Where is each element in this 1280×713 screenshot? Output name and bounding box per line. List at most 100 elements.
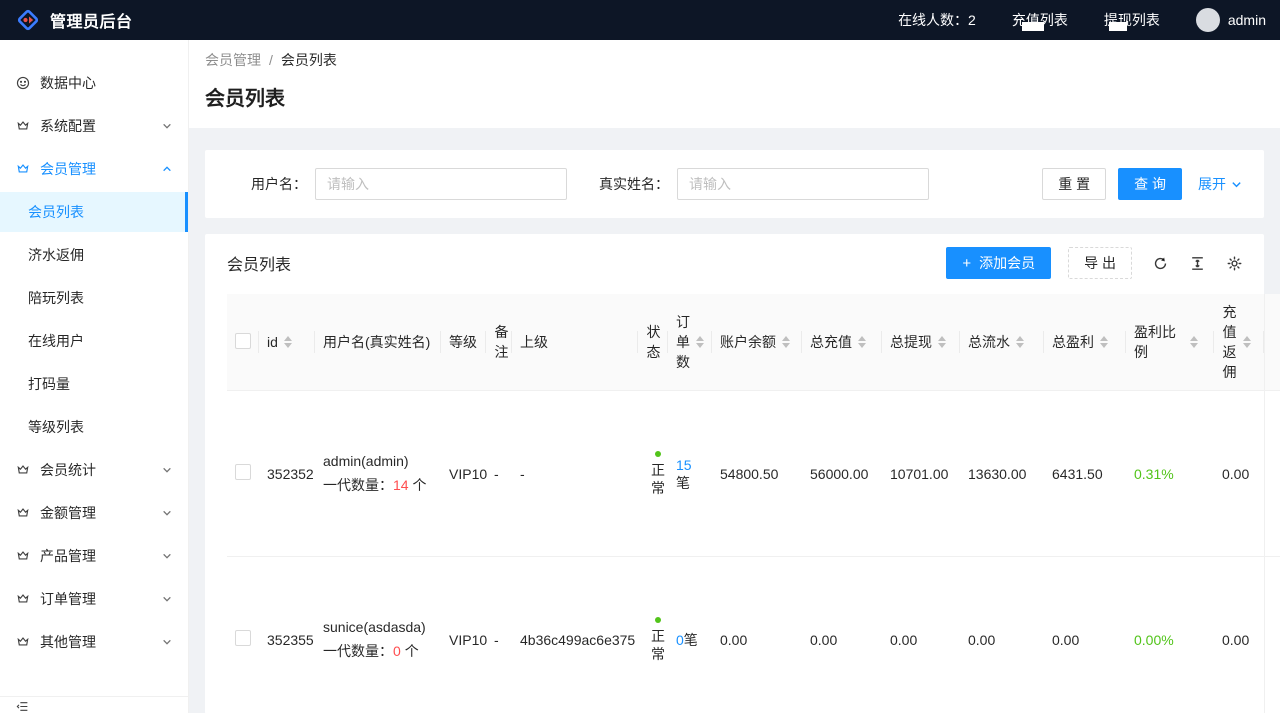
header-profit-ratio[interactable]: 盈利比例: [1126, 294, 1214, 391]
breadcrumb: 会员管理 / 会员列表: [205, 50, 1264, 70]
sort-carets-icon[interactable]: [782, 336, 790, 348]
sort-carets-icon[interactable]: [284, 336, 292, 348]
sidebar-item-member-manage[interactable]: 会员管理: [0, 149, 188, 189]
chevron-up-icon: [162, 164, 172, 174]
sidebar-item-flow-rebate[interactable]: 济水返佣: [0, 235, 188, 275]
header-remark: 备注: [486, 294, 512, 391]
sidebar-item-amount-manage[interactable]: 金额管理: [0, 493, 188, 533]
cell-balance: 54800.50: [712, 391, 802, 557]
user-menu[interactable]: admin: [1196, 8, 1266, 32]
sidebar-item-system-config[interactable]: 系统配置: [0, 106, 188, 146]
header-id[interactable]: id: [259, 294, 315, 391]
search-button[interactable]: 查 询: [1118, 168, 1182, 200]
balance-value: 0.00: [720, 632, 747, 648]
cell-id: 352352: [259, 391, 315, 557]
header-total-flow[interactable]: 总流水: [960, 294, 1044, 391]
cell-profit-ratio: 0.31%: [1126, 391, 1214, 557]
table-header: id 用户名(真实姓名) 等级 备注 上级 状态 订单数 账户余额 总充值 总提…: [227, 294, 1280, 391]
sidebar-item-product-manage[interactable]: 产品管理: [0, 536, 188, 576]
total-withdraw-value: 0.00: [890, 632, 917, 648]
total-profit-value: 0.00: [1052, 632, 1079, 648]
sidebar-item-coding-volume[interactable]: 打码量: [0, 364, 188, 404]
page-title: 会员列表: [205, 82, 1264, 111]
cell-total-profit: 0.00: [1044, 557, 1126, 713]
add-member-label: 添加会员: [979, 253, 1035, 273]
export-button[interactable]: 导 出: [1068, 247, 1132, 279]
reset-button[interactable]: 重 置: [1042, 168, 1106, 200]
generation-count: 一代数量：0 个: [323, 641, 433, 661]
generation-count-value: 14: [393, 477, 409, 493]
header-balance[interactable]: 账户余额: [712, 294, 802, 391]
crown-icon: [16, 119, 30, 133]
username-value: sunice(asdasda): [323, 619, 433, 635]
row-checkbox[interactable]: [235, 464, 251, 480]
header-level: 等级: [441, 294, 486, 391]
sidebar-item-data-center[interactable]: 数据中心: [0, 63, 188, 103]
orders-count-link[interactable]: 0: [676, 632, 684, 648]
total-recharge-value: 0.00: [810, 632, 837, 648]
filter-actions: 重 置 查 询 展开: [1042, 168, 1242, 200]
orders-unit: 笔: [684, 632, 698, 648]
orders-count-link[interactable]: 15: [676, 457, 692, 473]
header-total-profit-label: 总盈利: [1052, 332, 1094, 352]
sort-carets-icon[interactable]: [1100, 336, 1108, 348]
select-all-checkbox[interactable]: [235, 333, 251, 349]
cell-remark: -: [486, 391, 512, 557]
sort-carets-icon[interactable]: [1190, 336, 1198, 348]
header-orders[interactable]: 订单数: [668, 294, 712, 391]
username-input[interactable]: [315, 168, 567, 200]
parent-value: 4b36c499ac6e375: [520, 632, 635, 648]
app-logo[interactable]: 管理员后台: [16, 8, 133, 32]
sort-carets-icon[interactable]: [858, 336, 866, 348]
breadcrumb-parent[interactable]: 会员管理: [205, 50, 261, 70]
add-member-button[interactable]: + 添加会员: [946, 247, 1051, 279]
cell-total-flow: 13630.00: [960, 391, 1044, 557]
sidebar-item-label: 会员列表: [28, 202, 84, 222]
table-row: 352352 admin(admin) 一代数量：14 个 VIP10 - - …: [227, 391, 1280, 557]
topnav-withdraw-list[interactable]: 提现列表: [1104, 10, 1160, 30]
crown-icon: [16, 506, 30, 520]
sidebar-item-label: 在线用户: [28, 331, 84, 351]
username-value: admin(admin): [323, 453, 433, 469]
sidebar-item-online-users[interactable]: 在线用户: [0, 321, 188, 361]
header-total-withdraw[interactable]: 总提现: [882, 294, 960, 391]
header-recharge-rebate[interactable]: 充值返佣: [1214, 294, 1264, 391]
table-actions: + 添加会员 导 出: [946, 247, 1243, 279]
sidebar-item-level-list[interactable]: 等级列表: [0, 407, 188, 447]
cell-balance: 0.00: [712, 557, 802, 713]
header-total-profit[interactable]: 总盈利: [1044, 294, 1126, 391]
total-profit-value: 6431.50: [1052, 466, 1103, 482]
topnav-recharge-list[interactable]: 充值列表: [1012, 10, 1068, 30]
cell-orders: 0笔: [668, 557, 712, 713]
cell-level: VIP10: [441, 557, 486, 713]
sort-carets-icon[interactable]: [1016, 336, 1024, 348]
cell-profit-ratio: 0.00%: [1126, 557, 1214, 713]
sidebar-item-member-stats[interactable]: 会员统计: [0, 450, 188, 490]
header-total-recharge[interactable]: 总充值: [802, 294, 882, 391]
column-height-icon[interactable]: [1189, 255, 1206, 272]
sidebar-item-other-manage[interactable]: 其他管理: [0, 622, 188, 662]
level-value: VIP10: [449, 466, 487, 482]
cell-total-withdraw: 0.00: [882, 557, 960, 713]
sidebar-item-label: 金额管理: [40, 503, 96, 523]
cell-username: admin(admin) 一代数量：14 个: [315, 391, 441, 557]
sidebar-item-label: 其他管理: [40, 632, 96, 652]
expand-toggle[interactable]: 展开: [1198, 174, 1242, 194]
status-badge: 正常: [648, 451, 668, 497]
sort-carets-icon[interactable]: [696, 336, 704, 348]
row-checkbox[interactable]: [235, 630, 251, 646]
reload-icon[interactable]: [1152, 255, 1169, 272]
menu-fold-icon[interactable]: [16, 700, 29, 713]
green-dot-icon: [655, 617, 661, 623]
header-status: 状态: [638, 294, 668, 391]
sidebar-item-member-list[interactable]: 会员列表: [0, 192, 188, 232]
sort-carets-icon[interactable]: [1243, 336, 1251, 348]
header-orders-label: 订单数: [676, 312, 690, 372]
sort-carets-icon[interactable]: [938, 336, 946, 348]
sidebar-item-label: 陪玩列表: [28, 288, 84, 308]
header-balance-label: 账户余额: [720, 332, 776, 352]
realname-input[interactable]: [677, 168, 929, 200]
gear-icon[interactable]: [1226, 255, 1243, 272]
sidebar-item-order-manage[interactable]: 订单管理: [0, 579, 188, 619]
sidebar-item-companion-list[interactable]: 陪玩列表: [0, 278, 188, 318]
